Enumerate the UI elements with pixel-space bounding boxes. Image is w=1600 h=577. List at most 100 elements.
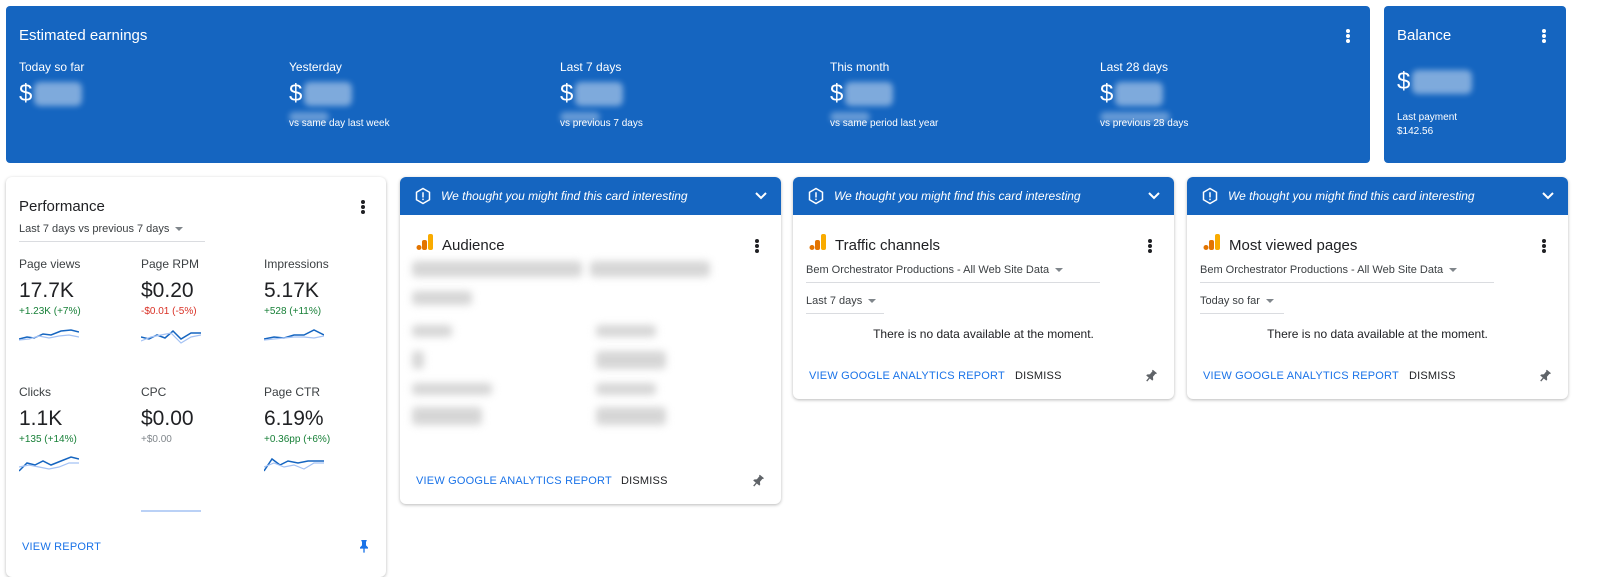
performance-range-select[interactable]: Last 7 days vs previous 7 days: [19, 223, 205, 242]
redacted-content: [412, 325, 452, 337]
view-analytics-report-link[interactable]: VIEW GOOGLE ANALYTICS REPORT: [809, 370, 1005, 382]
performance-title: Performance: [19, 198, 105, 215]
redacted-content: [596, 351, 666, 369]
property-label: Bem Orchestrator Productions - All Web S…: [1200, 264, 1444, 276]
redacted-content: [590, 261, 710, 277]
metric-change: +1.23K (+7%): [19, 306, 81, 317]
pin-icon[interactable]: [356, 538, 372, 554]
performance-card: Performance Last 7 days vs previous 7 da…: [6, 177, 386, 577]
alert-icon: [808, 187, 824, 205]
redacted-value: [304, 82, 353, 106]
metric-change: +0.36pp (+6%): [264, 434, 331, 445]
redacted-content: [596, 325, 656, 337]
redacted-content: [412, 383, 492, 395]
perf-metric-clicks[interactable]: Clicks 1.1K +135 (+14%): [19, 385, 129, 475]
dismiss-button[interactable]: DISMISS: [621, 475, 668, 487]
redacted-content: [596, 407, 666, 425]
banner-text: We thought you might find this card inte…: [834, 189, 1081, 203]
pin-icon[interactable]: [1537, 368, 1553, 384]
analytics-icon: [416, 234, 433, 250]
metric-label: Today so far: [19, 60, 85, 74]
more-vert-icon[interactable]: [355, 197, 371, 217]
earnings-metric-today: Today so far $: [19, 60, 279, 108]
earnings-title: Estimated earnings: [19, 27, 148, 44]
balance-title: Balance: [1397, 27, 1452, 44]
alert-icon: [1202, 187, 1218, 205]
redacted-value: [34, 82, 83, 106]
suggestion-banner: We thought you might find this card inte…: [1187, 177, 1568, 215]
range-label: Today so far: [1200, 295, 1260, 307]
more-vert-icon[interactable]: [1340, 26, 1356, 46]
redacted-value: [845, 82, 894, 106]
view-report-link[interactable]: VIEW REPORT: [22, 541, 101, 553]
metric-label: Clicks: [19, 385, 51, 399]
redacted-change: [830, 112, 870, 122]
metric-value: $0.20: [141, 279, 194, 302]
metric-value: $: [1100, 80, 1114, 107]
pin-icon[interactable]: [750, 473, 766, 489]
redacted-content: [412, 261, 582, 277]
redacted-content: [412, 407, 482, 425]
chevron-down-icon[interactable]: [755, 191, 767, 201]
analytics-icon: [809, 234, 826, 250]
range-select[interactable]: Last 7 days: [806, 295, 884, 314]
metric-label: Last 28 days: [1100, 60, 1169, 74]
earnings-metric-this-month: This month $ vs same period last year: [830, 60, 1090, 129]
dismiss-button[interactable]: DISMISS: [1409, 370, 1456, 382]
property-select[interactable]: Bem Orchestrator Productions - All Web S…: [806, 264, 1100, 283]
earnings-metric-yesterday: Yesterday $ vs same day last week: [289, 60, 549, 129]
balance-card: Balance $ Last payment $142.56: [1384, 6, 1566, 163]
suggestion-banner: We thought you might find this card inte…: [793, 177, 1174, 215]
pin-icon[interactable]: [1143, 368, 1159, 384]
metric-label: Yesterday: [289, 60, 342, 74]
property-select[interactable]: Bem Orchestrator Productions - All Web S…: [1200, 264, 1494, 283]
more-vert-icon[interactable]: [749, 236, 765, 256]
traffic-channels-card: We thought you might find this card inte…: [793, 177, 1174, 399]
view-analytics-report-link[interactable]: VIEW GOOGLE ANALYTICS REPORT: [1203, 370, 1399, 382]
range-label: Last 7 days: [806, 295, 863, 307]
metric-value: $: [19, 80, 33, 107]
balance-value: $: [1397, 68, 1411, 95]
last-payment-value: $142.56: [1397, 126, 1434, 137]
chevron-down-icon[interactable]: [1148, 191, 1160, 201]
perf-metric-page-ctr[interactable]: Page CTR 6.19% +0.36pp (+6%): [264, 385, 374, 475]
property-label: Bem Orchestrator Productions - All Web S…: [806, 264, 1050, 276]
perf-metric-page-rpm[interactable]: Page RPM $0.20 -$0.01 (-5%): [141, 257, 251, 345]
audience-card: We thought you might find this card inte…: [400, 177, 781, 504]
redacted-value: [1412, 70, 1473, 94]
sparkline: [264, 457, 324, 472]
metric-change: +528 (+11%): [264, 306, 322, 317]
more-vert-icon[interactable]: [1536, 26, 1552, 46]
perf-metric-page-views[interactable]: Page views 17.7K +1.23K (+7%): [19, 257, 129, 345]
analytics-icon: [1203, 234, 1220, 250]
metric-value: 6.19%: [264, 407, 324, 430]
sparkline: [264, 329, 324, 341]
perf-metric-cpc[interactable]: CPC $0.00 +$0.00: [141, 385, 251, 513]
no-data-message: There is no data available at the moment…: [1267, 327, 1488, 341]
view-analytics-report-link[interactable]: VIEW GOOGLE ANALYTICS REPORT: [416, 475, 612, 487]
redacted-content: [596, 383, 656, 395]
card-title: Most viewed pages: [1229, 237, 1358, 254]
chevron-down-icon[interactable]: [1542, 191, 1554, 201]
sparkline: [141, 510, 201, 512]
caret-down-icon: [868, 299, 877, 303]
dismiss-button[interactable]: DISMISS: [1015, 370, 1062, 382]
caret-down-icon: [1449, 268, 1458, 272]
metric-value: 5.17K: [264, 279, 319, 302]
redacted-change: [560, 112, 600, 122]
metric-change: +$0.00: [141, 434, 172, 445]
more-vert-icon[interactable]: [1536, 236, 1552, 256]
redacted-change: [1100, 112, 1170, 122]
redacted-value: [1115, 82, 1164, 106]
suggestion-banner: We thought you might find this card inte…: [400, 177, 781, 215]
metric-value: $: [560, 80, 574, 107]
sparkline: [19, 329, 79, 341]
no-data-message: There is no data available at the moment…: [873, 327, 1094, 341]
caret-down-icon: [1265, 299, 1274, 303]
most-viewed-pages-card: We thought you might find this card inte…: [1187, 177, 1568, 399]
metric-value: $: [830, 80, 844, 107]
more-vert-icon[interactable]: [1142, 236, 1158, 256]
redacted-content: [412, 351, 424, 369]
perf-metric-impressions[interactable]: Impressions 5.17K +528 (+11%): [264, 257, 374, 345]
range-select[interactable]: Today so far: [1200, 295, 1284, 314]
